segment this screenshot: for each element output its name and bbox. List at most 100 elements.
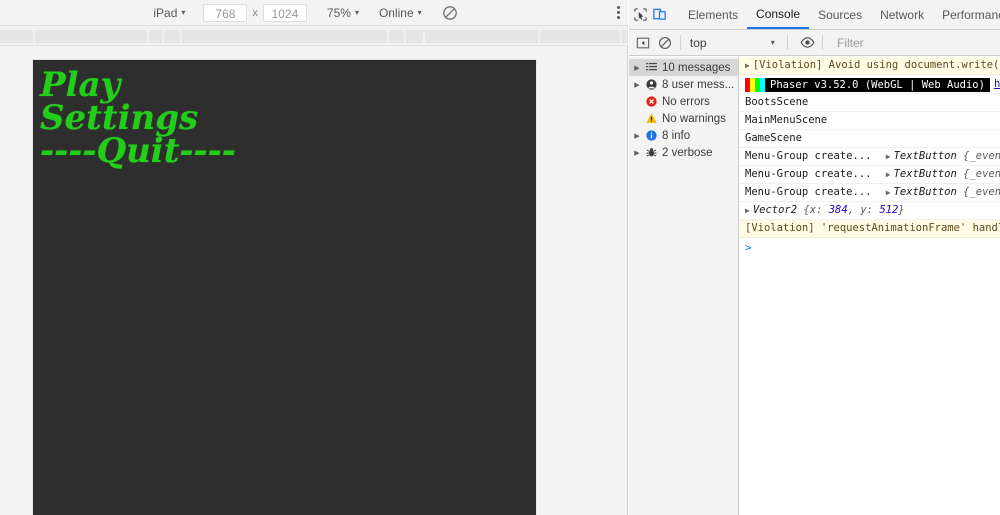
live-expression-icon[interactable] <box>799 33 817 53</box>
execution-context-selector[interactable]: top ▾ <box>687 33 781 53</box>
sidebar-item-label: No warnings <box>662 113 726 125</box>
media-query-segment[interactable] <box>425 30 538 43</box>
tab-elements[interactable]: Elements <box>679 0 747 29</box>
device-toolbar-icon[interactable] <box>652 4 667 26</box>
clear-console-glyph <box>658 36 672 50</box>
console-message-main-menu-scene[interactable]: MainMenuScene <box>739 112 1000 130</box>
console-toolbar: top ▾ <box>629 30 1000 56</box>
devtools-panel: Elements Console Sources Network Perform… <box>629 0 1000 515</box>
console-message-menu-group-3[interactable]: Menu-Group create... ▶TextButton {_event… <box>739 184 1000 202</box>
sidebar-item-verbose[interactable]: ▶ 2 verbose <box>629 144 738 161</box>
user-icon <box>643 79 660 90</box>
console-toolbar-divider <box>680 35 681 50</box>
console-message-boots-scene[interactable]: BootsScene <box>739 94 1000 112</box>
device-toolbar-glyph <box>652 7 667 22</box>
filter-input[interactable] <box>835 32 994 54</box>
zoom-selector-label: 75% <box>327 6 351 20</box>
verbose-bug-icon <box>643 147 660 158</box>
console-message-text: Menu-Group create... <box>745 186 871 198</box>
device-selector[interactable]: iPad ▾ <box>149 3 189 23</box>
warning-icon <box>643 113 660 124</box>
chevron-right-icon[interactable]: ▶ <box>631 132 643 140</box>
tab-performance[interactable]: Performance <box>933 0 1000 29</box>
chevron-right-icon[interactable]: ▶ <box>631 64 643 72</box>
dimension-separator: x <box>247 7 263 19</box>
game-menu-item-settings[interactable]: Settings <box>40 101 198 135</box>
console-message-list[interactable]: ▶[Violation] Avoid using document.write(… <box>739 57 1000 515</box>
console-toolbar-divider <box>787 35 788 50</box>
chevron-right-icon[interactable]: ▶ <box>886 188 891 197</box>
media-query-segment[interactable] <box>0 30 33 43</box>
sidebar-item-info[interactable]: ▶ 8 info <box>629 127 738 144</box>
media-query-segment[interactable] <box>406 30 423 43</box>
media-query-segment[interactable] <box>35 30 147 43</box>
eye-glyph <box>800 35 815 50</box>
chevron-right-icon[interactable]: ▶ <box>745 61 750 70</box>
phaser-source-link[interactable]: h <box>994 78 1000 90</box>
console-message-menu-group-1[interactable]: Menu-Group create... ▶TextButton {_event… <box>739 148 1000 166</box>
bug-glyph <box>646 147 657 158</box>
console-message-vector2[interactable]: ▶Vector2 {x: 384, y: 512} <box>739 202 1000 220</box>
game-menu-item-play[interactable]: Play <box>40 68 120 102</box>
console-prompt[interactable]: > <box>739 238 1000 258</box>
media-query-segment[interactable] <box>540 30 620 43</box>
error-icon <box>643 96 660 107</box>
inspect-element-glyph <box>633 7 648 22</box>
sidebar-item-messages[interactable]: ▶ 10 messages <box>629 59 738 76</box>
inspect-element-icon[interactable] <box>633 4 648 26</box>
chevron-right-icon[interactable]: ▶ <box>745 206 750 215</box>
media-query-segment[interactable] <box>164 30 180 43</box>
chevron-right-icon[interactable]: ▶ <box>886 152 891 161</box>
sidebar-item-label: 8 user mess... <box>662 79 734 91</box>
media-query-segment[interactable] <box>389 30 404 43</box>
kebab-dot <box>617 16 620 19</box>
tab-console[interactable]: Console <box>747 0 809 29</box>
viewport-height-input[interactable]: 1024 <box>263 4 307 22</box>
console-message-phaser-banner[interactable]: Phaser v3.52.0 (WebGL | Web Audio) h <box>739 75 1000 94</box>
console-message-violation-raf[interactable]: [Violation] 'requestAnimationFrame' hand… <box>739 220 1000 238</box>
sidebar-item-warnings[interactable]: No warnings <box>629 110 738 127</box>
chevron-right-icon[interactable]: ▶ <box>631 149 643 157</box>
console-message-game-scene[interactable]: GameScene <box>739 130 1000 148</box>
vector2-comma: , y: <box>848 204 873 216</box>
kebab-menu-icon[interactable] <box>609 6 628 19</box>
chevron-down-icon: ▾ <box>181 9 185 17</box>
media-query-segment[interactable] <box>622 30 628 43</box>
viewport-width-input[interactable]: 768 <box>203 4 247 22</box>
list-icon <box>643 62 660 73</box>
console-message-text: Menu-Group create... <box>745 150 871 162</box>
chevron-down-icon: ▾ <box>355 9 359 17</box>
game-canvas[interactable]: Play Settings ----Quit---- <box>33 60 536 515</box>
chevron-right-icon[interactable]: ▶ <box>886 170 891 179</box>
console-object-preview: {_events <box>963 150 1000 162</box>
console-object-name: TextButton <box>894 168 957 180</box>
network-throttling-selector[interactable]: Online ▾ <box>375 3 426 23</box>
device-emulation-pane: iPad ▾ 768 x 1024 75% ▾ Online ▾ <box>0 0 628 515</box>
screenshot-root: iPad ▾ 768 x 1024 75% ▾ Online ▾ <box>0 0 1000 515</box>
info-glyph <box>646 130 657 141</box>
console-object-preview: {_events <box>963 186 1000 198</box>
sidebar-item-errors[interactable]: No errors <box>629 93 738 110</box>
game-menu-item-quit[interactable]: ----Quit---- <box>40 134 236 168</box>
tab-sources[interactable]: Sources <box>809 0 871 29</box>
tab-network[interactable]: Network <box>871 0 933 29</box>
console-object-name: TextButton <box>894 150 957 162</box>
sidebar-item-user-messages[interactable]: ▶ 8 user mess... <box>629 76 738 93</box>
console-toolbar-divider <box>822 35 823 50</box>
chevron-right-icon[interactable]: ▶ <box>631 81 643 89</box>
console-message-text: Menu-Group create... <box>745 168 871 180</box>
no-throttling-icon[interactable] <box>440 3 460 23</box>
media-query-segment[interactable] <box>182 30 387 43</box>
zoom-selector[interactable]: 75% ▾ <box>323 3 363 23</box>
device-toolbar: iPad ▾ 768 x 1024 75% ▾ Online ▾ <box>0 0 628 26</box>
console-message-menu-group-2[interactable]: Menu-Group create... ▶TextButton {_event… <box>739 166 1000 184</box>
sidebar-item-label: No errors <box>662 96 710 108</box>
media-query-bar[interactable] <box>0 27 628 46</box>
clear-console-icon[interactable] <box>657 33 675 53</box>
console-sidebar-toggle-icon[interactable] <box>634 33 652 53</box>
vector2-x-value: 384 <box>829 204 848 216</box>
media-query-segment[interactable] <box>149 30 162 43</box>
sidebar-item-label: 2 verbose <box>662 147 713 159</box>
console-message-violation-write[interactable]: ▶[Violation] Avoid using document.write(… <box>739 57 1000 75</box>
no-throttling-glyph <box>442 5 458 21</box>
